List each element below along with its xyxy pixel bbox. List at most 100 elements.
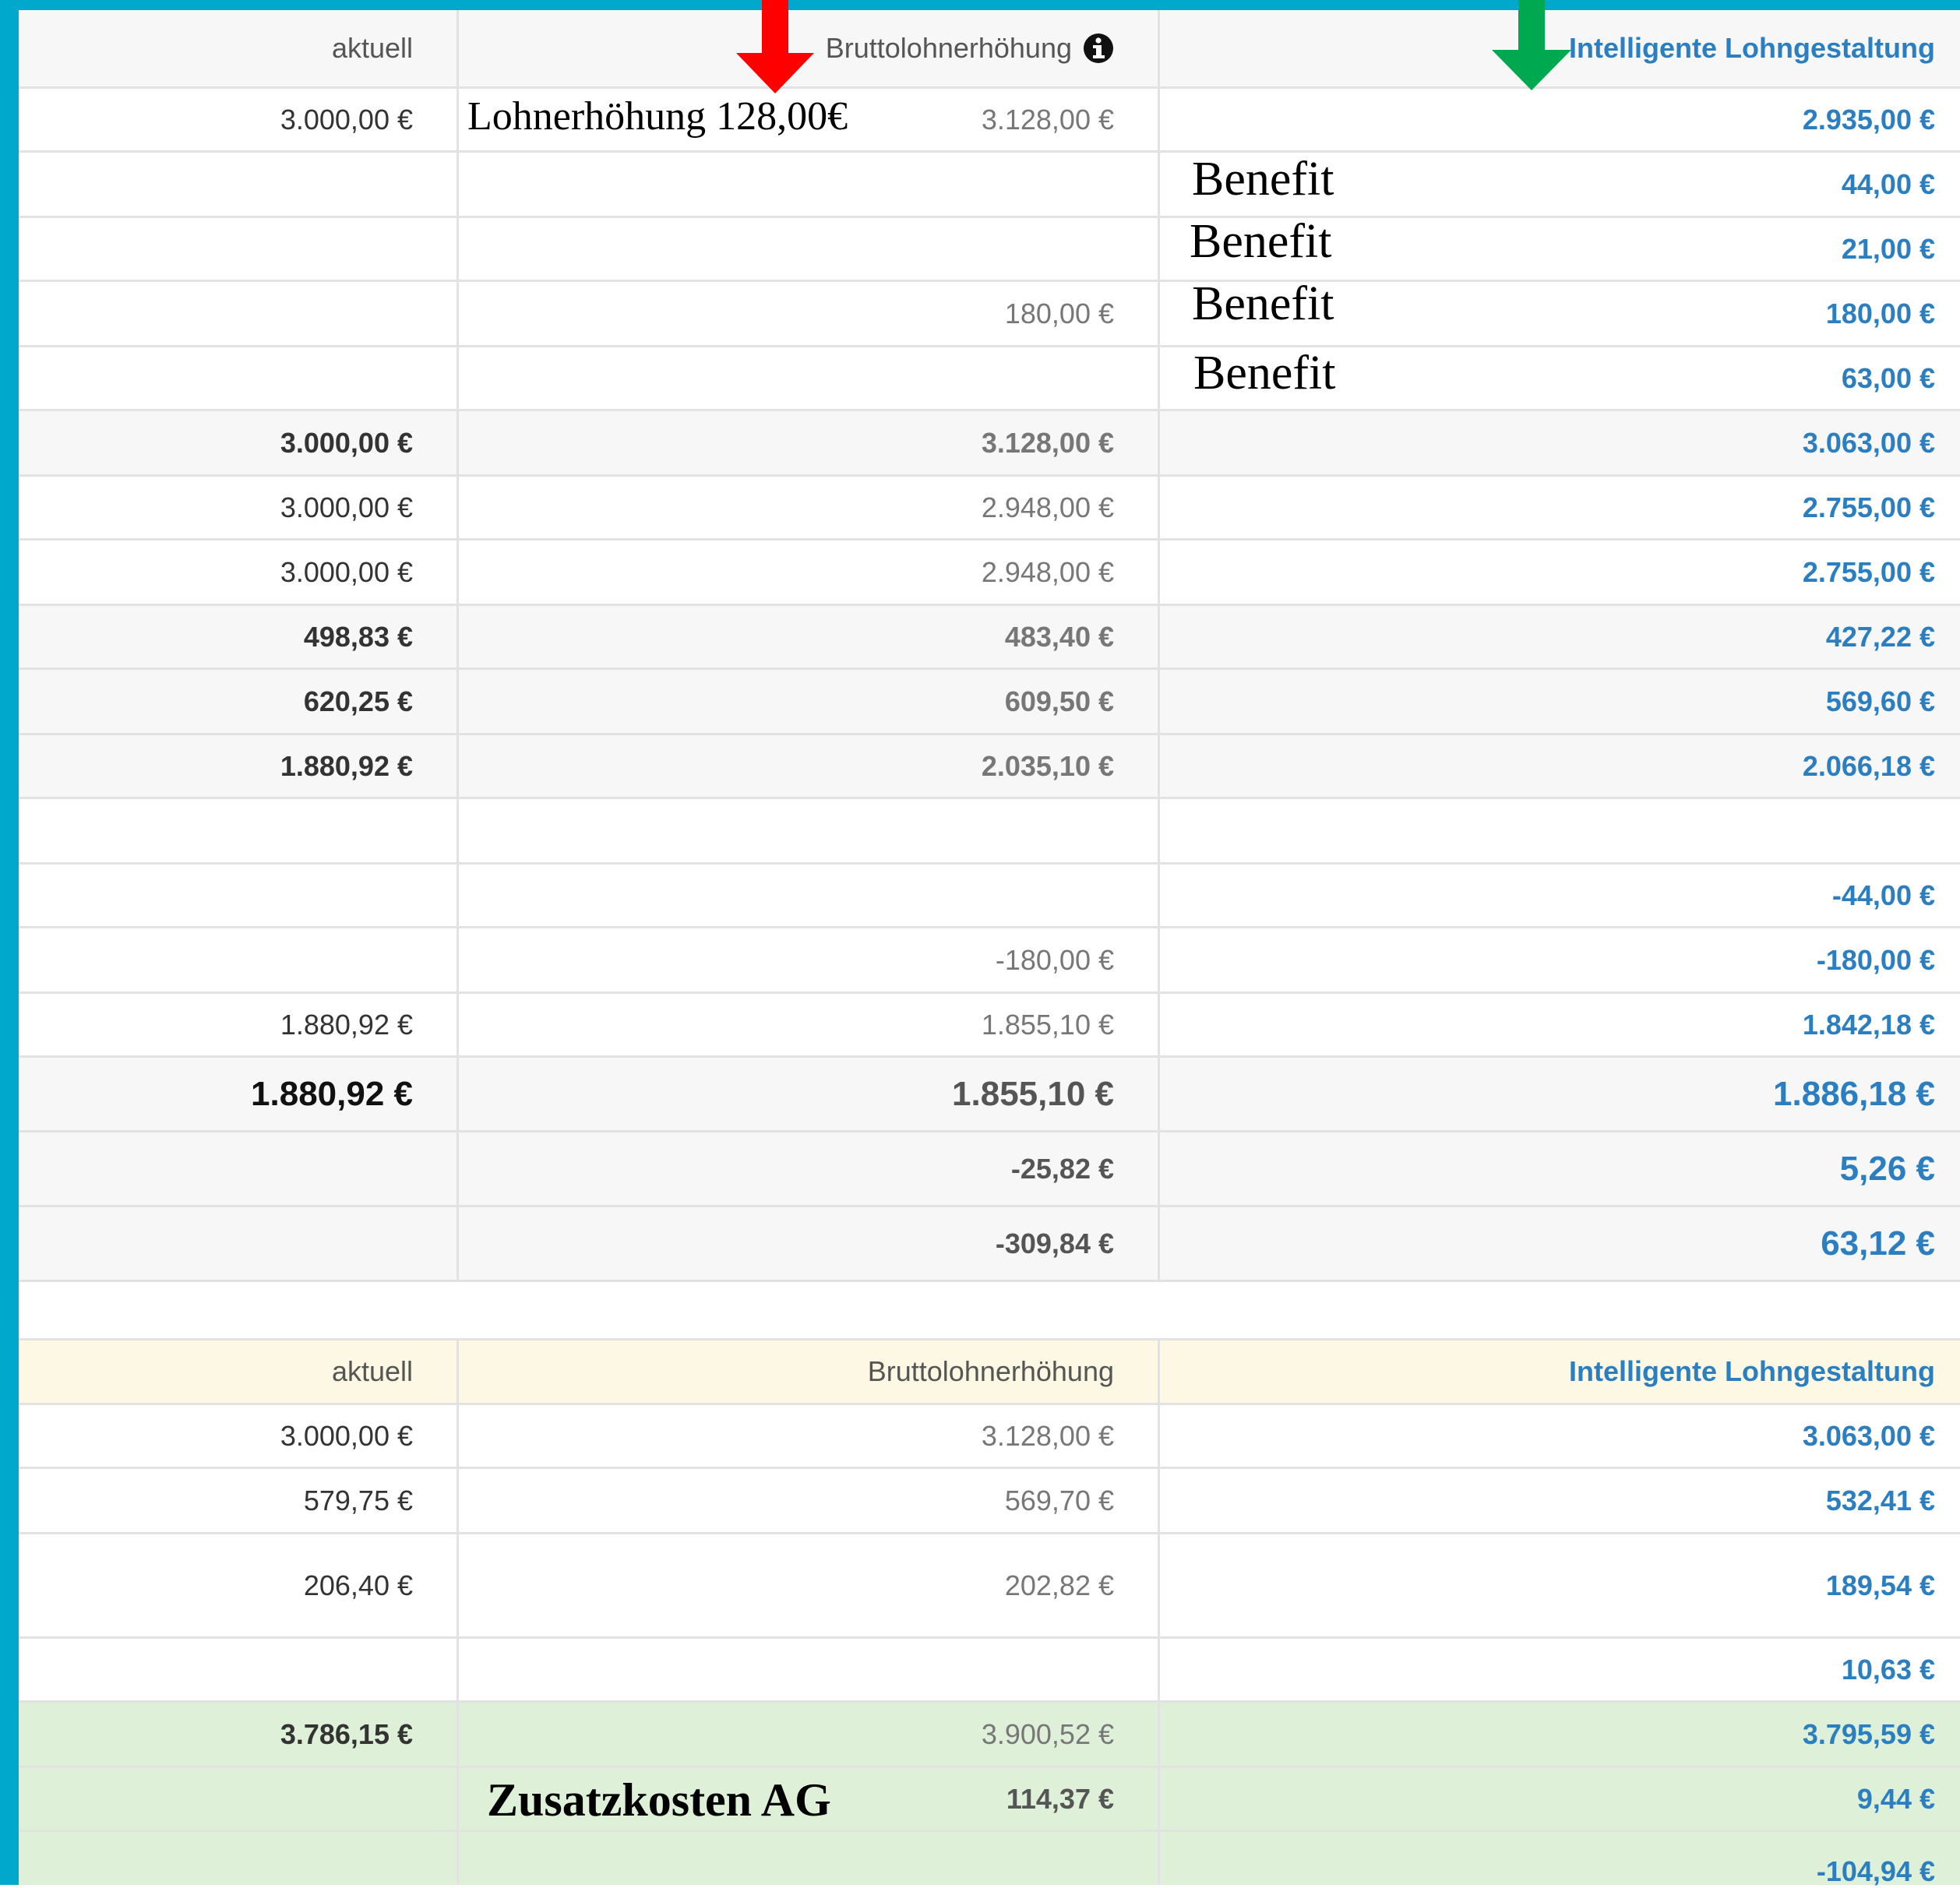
table-row: 10,63 € — [19, 1639, 1960, 1703]
table-row: 44,00 € — [19, 153, 1960, 218]
cell-aktuell — [19, 1132, 459, 1205]
frame-left-border — [0, 0, 19, 1885]
green-arrow-down-icon — [1492, 0, 1571, 90]
cell-aktuell — [19, 1639, 459, 1700]
cell-aktuell — [19, 1832, 459, 1885]
header-bruttolohnerhoehung-label: Bruttolohnerhöhung — [825, 32, 1072, 64]
table-row: 3.000,00 € 2.948,00 € 2.755,00 € — [19, 541, 1960, 606]
cell-brutto — [459, 153, 1160, 216]
table-row: 620,25 € 609,50 € 569,60 € — [19, 670, 1960, 735]
table-row: 1.880,92 € 1.855,10 € 1.842,18 € — [19, 994, 1960, 1058]
cell-intelligent: 3.063,00 € — [1802, 426, 1935, 459]
cell-intelligent: 2.755,00 € — [1802, 555, 1935, 588]
table-header: aktuell Bruttolohnerhöhung Intelligente … — [19, 1338, 1960, 1405]
cell-intelligent: 532,41 € — [1825, 1484, 1935, 1516]
cell-intelligent — [1160, 799, 1960, 862]
table-row-total-cost: 3.786,15 € 3.900,52 € 3.795,59 € — [19, 1703, 1960, 1768]
cell-aktuell: 3.000,00 € — [19, 1405, 459, 1467]
cell-brutto: 1.855,10 € — [459, 1058, 1160, 1130]
table-row: 1.880,92 € 2.035,10 € 2.066,18 € — [19, 735, 1960, 799]
table-row-total-net: 1.880,92 € 1.855,10 € 1.886,18 € — [19, 1058, 1960, 1132]
cell-intelligent: 2.066,18 € — [1802, 749, 1935, 782]
annotation-benefit: Benefit — [1192, 277, 1334, 330]
annotation-benefit: Benefit — [1193, 347, 1336, 400]
cell-brutto: -309,84 € — [459, 1207, 1160, 1280]
table-row: 3.000,00 € 3.128,00 € 3.063,00 € — [19, 411, 1960, 477]
cell-aktuell: 498,83 € — [19, 606, 459, 667]
table-row-difference-month: -25,82 € 5,26 € — [19, 1132, 1960, 1207]
cell-brutto — [459, 865, 1160, 926]
cell-aktuell — [19, 153, 459, 216]
cell-brutto: 1.855,10 € — [459, 994, 1160, 1055]
cell-intelligent: -180,00 € — [1816, 943, 1935, 976]
cell-brutto — [459, 218, 1160, 280]
cell-intelligent: 427,22 € — [1825, 620, 1935, 653]
cell-aktuell: 1.880,92 € — [19, 735, 459, 797]
table-row: 63,00 € — [19, 347, 1960, 411]
cell-intelligent: 2.935,00 € — [1802, 103, 1935, 136]
cell-aktuell — [19, 218, 459, 280]
annotation-extra-costs: Zusatzkosten AG — [487, 1774, 831, 1826]
cell-brutto: -180,00 € — [459, 928, 1160, 992]
table-row: 206,40 € 202,82 € 189,54 € — [19, 1534, 1960, 1639]
cell-brutto: 3.900,52 € — [459, 1703, 1160, 1766]
table-row: 3.000,00 € 3.128,00 € 3.063,00 € — [19, 1405, 1960, 1469]
cell-brutto: 2.948,00 € — [459, 541, 1160, 604]
cell-aktuell — [19, 282, 459, 345]
header-intelligente-lohngestaltung: Intelligente Lohngestaltung — [1569, 1355, 1935, 1387]
cell-aktuell: 1.880,92 € — [19, 994, 459, 1055]
red-arrow-down-icon — [736, 0, 814, 93]
table-row: -44,00 € — [19, 865, 1960, 928]
table-header: aktuell Bruttolohnerhöhung Intelligente … — [19, 10, 1960, 89]
cell-brutto — [459, 347, 1160, 409]
cell-brutto: 3.128,00 € — [459, 411, 1160, 474]
cell-intelligent: 3.063,00 € — [1802, 1419, 1935, 1452]
cell-intelligent: 3.795,59 € — [1802, 1717, 1935, 1750]
table-row: 3.000,00 € 3.128,00 € 2.935,00 € — [19, 89, 1960, 153]
cell-intelligent: 1.886,18 € — [1773, 1074, 1935, 1113]
cell-intelligent: 9,44 € — [1856, 1782, 1935, 1815]
cell-intelligent: 189,54 € — [1825, 1569, 1935, 1601]
cell-brutto: 202,82 € — [459, 1534, 1160, 1636]
table-row: 21,00 € — [19, 218, 1960, 282]
header-bruttolohnerhoehung: Bruttolohnerhöhung — [459, 1340, 1160, 1403]
cell-aktuell — [19, 799, 459, 862]
cell-intelligent: 10,63 € — [1841, 1653, 1935, 1685]
annotation-benefit: Benefit — [1190, 215, 1332, 268]
cell-brutto: 2.035,10 € — [459, 735, 1160, 797]
cell-brutto: 2.948,00 € — [459, 477, 1160, 538]
table-row-difference-year: -309,84 € 63,12 € — [19, 1207, 1960, 1282]
header-aktuell: aktuell — [19, 10, 459, 86]
cell-intelligent: 569,60 € — [1825, 685, 1935, 717]
cell-brutto: 609,50 € — [459, 670, 1160, 733]
cell-brutto: 483,40 € — [459, 606, 1160, 667]
annotation-benefit: Benefit — [1192, 153, 1334, 206]
cell-brutto — [459, 1832, 1160, 1885]
cell-intelligent: 1.842,18 € — [1802, 1008, 1935, 1041]
cell-brutto — [459, 1639, 1160, 1700]
cell-intelligent: 2.755,00 € — [1802, 491, 1935, 523]
cell-aktuell: 620,25 € — [19, 670, 459, 733]
cell-aktuell: 3.000,00 € — [19, 477, 459, 538]
cell-intelligent: 5,26 € — [1839, 1149, 1935, 1188]
table-row: 579,75 € 569,70 € 532,41 € — [19, 1469, 1960, 1534]
cell-aktuell — [19, 1207, 459, 1280]
cell-aktuell: 206,40 € — [19, 1534, 459, 1636]
table-row: 3.000,00 € 2.948,00 € 2.755,00 € — [19, 477, 1960, 541]
cell-brutto: 3.128,00 € — [459, 1405, 1160, 1467]
cell-intelligent: 63,12 € — [1821, 1224, 1935, 1263]
cell-brutto: 180,00 € — [459, 282, 1160, 345]
table-row — [19, 799, 1960, 865]
cell-brutto: 569,70 € — [459, 1469, 1160, 1532]
cell-aktuell: 579,75 € — [19, 1469, 459, 1532]
cell-intelligent: -104,94 € — [1816, 1855, 1935, 1887]
cell-aktuell: 3.786,15 € — [19, 1703, 459, 1766]
cell-aktuell: 3.000,00 € — [19, 411, 459, 474]
table-row-extra-cost: 114,37 € 9,44 € — [19, 1768, 1960, 1832]
cell-aktuell — [19, 347, 459, 409]
annotation-raise: Lohnerhöhung 128,00€ — [467, 94, 848, 139]
info-circle-icon[interactable] — [1083, 33, 1114, 64]
cell-aktuell: 3.000,00 € — [19, 541, 459, 604]
cell-aktuell — [19, 928, 459, 992]
table-row: 498,83 € 483,40 € 427,22 € — [19, 606, 1960, 670]
